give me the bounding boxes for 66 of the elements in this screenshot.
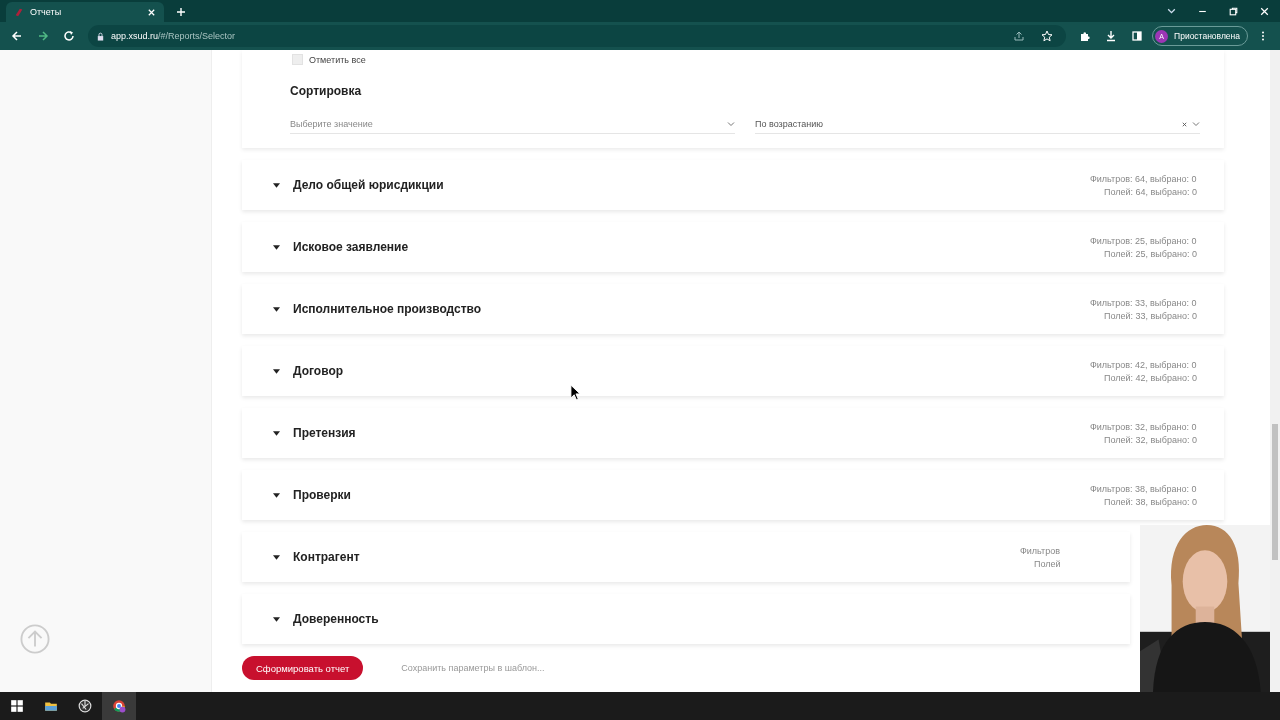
section-title: Исковое заявление — [293, 240, 410, 254]
section-card[interactable]: Дело общей юрисдикции Фильтров: 64, выбрано: 0 Полей: 64, выбрано: 0 — [242, 160, 1224, 210]
caret-icon — [273, 306, 280, 312]
section-card[interactable]: Претензия Фильтров: 32, выбрано: 0 Полей: 32, выбрано: 0 — [242, 408, 1224, 458]
checkbox-label: Отметить все — [309, 54, 366, 65]
star-icon[interactable] — [1041, 30, 1054, 42]
checkbox[interactable] — [292, 54, 303, 65]
section-card[interactable]: Проверки Фильтров: 38, выбрано: 0 Полей: 38, выбрано: 0 — [242, 470, 1224, 520]
scrollbar-thumb[interactable] — [1272, 424, 1278, 560]
close-icon[interactable] — [1259, 6, 1270, 17]
clear-icon[interactable] — [1181, 120, 1188, 128]
caret-icon — [273, 616, 280, 622]
filter-count: Фильтров: 33, выбрано: 0 — [1090, 297, 1198, 308]
filter-count: Фильтров: 38, выбрано: 0 — [1090, 483, 1198, 494]
section-card[interactable]: Контрагент Фильтров Полей — [242, 532, 1130, 582]
field-count: Полей — [1033, 558, 1062, 569]
restore-icon[interactable] — [1228, 6, 1239, 17]
caret-icon — [273, 554, 280, 560]
section-card[interactable]: Исполнительное производство Фильтров: 33, выбрано: 0 Полей: 33, выбрано: 0 — [242, 284, 1224, 334]
caret-icon — [273, 368, 280, 374]
forward-icon[interactable] — [37, 30, 49, 42]
field-count: Полей: 33, выбрано: 0 — [1103, 310, 1198, 321]
caret-icon — [273, 430, 280, 436]
close-icon[interactable] — [147, 7, 156, 17]
field-count: Полей: 42, выбрано: 0 — [1103, 372, 1198, 383]
back-icon[interactable] — [11, 30, 23, 42]
filter-count: Фильтров: 32, выбрано: 0 — [1090, 421, 1198, 432]
share-icon[interactable] — [1013, 30, 1026, 42]
download-icon[interactable] — [1105, 30, 1118, 42]
generate-report-button[interactable]: Сформировать отчет — [242, 656, 364, 680]
browser-tab[interactable]: Отчеты — [6, 2, 164, 22]
chevron-icon — [1192, 121, 1200, 127]
chevron-icon — [727, 121, 735, 127]
new-tab-icon[interactable] — [176, 7, 186, 17]
section-title: Договор — [293, 364, 345, 378]
section-title: Исполнительное производство — [293, 302, 483, 316]
caret-icon — [273, 244, 280, 250]
lock-icon — [96, 31, 105, 41]
caret-icon — [273, 492, 280, 498]
section-title: Контрагент — [293, 550, 361, 564]
filter-count: Фильтров: 25, выбрано: 0 — [1090, 235, 1198, 246]
filter-count: Фильтров — [1020, 545, 1062, 556]
section-heading: Сортировка — [290, 84, 363, 98]
side-panel-icon[interactable] — [1131, 30, 1144, 42]
filter-count: Фильтров: 64, выбрано: 0 — [1090, 173, 1198, 184]
field-select[interactable]: Выберите значение — [290, 119, 735, 134]
section-card[interactable]: Исковое заявление Фильтров: 25, выбрано: 0 Полей: 25, выбрано: 0 — [242, 222, 1224, 272]
reload-icon[interactable] — [63, 30, 75, 42]
field-count: Полей: 38, выбрано: 0 — [1103, 496, 1198, 507]
field-count: Полей: 25, выбрано: 0 — [1103, 248, 1198, 259]
section-card[interactable]: Договор Фильтров: 42, выбрано: 0 Полей: 42, выбрано: 0 — [242, 346, 1224, 396]
section-title: Доверенность — [293, 612, 380, 626]
section-title: Дело общей юрисдикции — [293, 178, 445, 192]
section-title: Претензия — [293, 426, 357, 440]
caret-icon — [273, 182, 280, 188]
section-card[interactable]: Доверенность — [242, 594, 1130, 644]
section-title: Проверки — [293, 488, 352, 502]
filter-count: Фильтров: 42, выбрано: 0 — [1090, 359, 1198, 370]
puzzle-icon[interactable] — [1079, 30, 1092, 42]
field-count: Полей: 32, выбрано: 0 — [1103, 434, 1198, 445]
tab-search-icon[interactable] — [1166, 6, 1177, 17]
address-bar[interactable]: app.xsud.ru/#/Reports/Selector — [88, 25, 1067, 47]
cursor-icon — [570, 384, 581, 401]
logo-icon — [14, 7, 24, 17]
order-select[interactable]: По возрастанию — [755, 119, 1200, 134]
field-count: Полей: 64, выбрано: 0 — [1103, 186, 1198, 197]
